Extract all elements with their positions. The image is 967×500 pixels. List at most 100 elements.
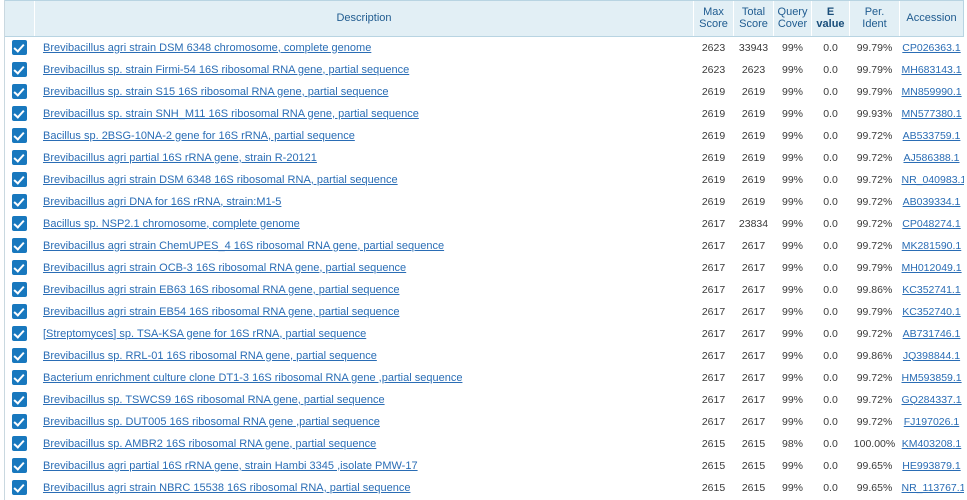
accession-link[interactable]: MN859990.1 bbox=[902, 86, 962, 98]
column-header-total-score[interactable]: Total Score bbox=[734, 1, 774, 37]
description-link[interactable]: Brevibacillus sp. TSWCS9 16S ribosomal R… bbox=[43, 394, 385, 406]
row-checkbox-checked-icon[interactable] bbox=[12, 304, 27, 319]
table-row[interactable]: Brevibacillus sp. TSWCS9 16S ribosomal R… bbox=[5, 389, 964, 411]
description-link[interactable]: Brevibacillus sp. strain Firmi-54 16S ri… bbox=[43, 64, 409, 76]
row-checkbox-checked-icon[interactable] bbox=[12, 370, 27, 385]
table-row[interactable]: Brevibacillus agri strain DSM 6348 16S r… bbox=[5, 169, 964, 191]
accession-link[interactable]: HM593859.1 bbox=[902, 372, 962, 384]
table-row[interactable]: Brevibacillus agri strain DSM 6348 chrom… bbox=[5, 37, 964, 59]
row-select-cell[interactable] bbox=[5, 213, 35, 235]
description-link[interactable]: Brevibacillus sp. AMBR2 16S ribosomal RN… bbox=[43, 438, 376, 450]
row-select-cell[interactable] bbox=[5, 191, 35, 213]
description-link[interactable]: Brevibacillus agri partial 16S rRNA gene… bbox=[43, 460, 418, 472]
column-header-accession[interactable]: Accession bbox=[900, 1, 964, 37]
column-header-per-ident[interactable]: Per. Ident bbox=[850, 1, 900, 37]
row-checkbox-checked-icon[interactable] bbox=[12, 282, 27, 297]
table-row[interactable]: [Streptomyces] sp. TSA-KSA gene for 16S … bbox=[5, 323, 964, 345]
column-header-select-all[interactable] bbox=[5, 1, 35, 37]
row-checkbox-checked-icon[interactable] bbox=[12, 216, 27, 231]
accession-link[interactable]: CP026363.1 bbox=[902, 42, 960, 54]
accession-link[interactable]: JQ398844.1 bbox=[903, 350, 960, 362]
description-link[interactable]: Brevibacillus agri strain EB54 16S ribos… bbox=[43, 306, 399, 318]
accession-link[interactable]: AB533759.1 bbox=[903, 130, 961, 142]
row-checkbox-checked-icon[interactable] bbox=[12, 106, 27, 121]
description-link[interactable]: Bacillus sp. 2BSG-10NA-2 gene for 16S rR… bbox=[43, 130, 355, 142]
description-link[interactable]: Bacterium enrichment culture clone DT1-3… bbox=[43, 372, 462, 384]
row-select-cell[interactable] bbox=[5, 81, 35, 103]
accession-link[interactable]: MH683143.1 bbox=[902, 64, 962, 76]
row-checkbox-checked-icon[interactable] bbox=[12, 458, 27, 473]
description-link[interactable]: Brevibacillus agri partial 16S rRNA gene… bbox=[43, 152, 317, 164]
description-link[interactable]: Brevibacillus sp. strain S15 16S ribosom… bbox=[43, 86, 388, 98]
row-checkbox-checked-icon[interactable] bbox=[12, 150, 27, 165]
table-row[interactable]: Bacillus sp. NSP2.1 chromosome, complete… bbox=[5, 213, 964, 235]
accession-link[interactable]: NR_040983.1 bbox=[902, 174, 964, 186]
row-select-cell[interactable] bbox=[5, 279, 35, 301]
accession-link[interactable]: KM403208.1 bbox=[902, 438, 962, 450]
row-checkbox-checked-icon[interactable] bbox=[12, 436, 27, 451]
table-row[interactable]: Brevibacillus sp. AMBR2 16S ribosomal RN… bbox=[5, 433, 964, 455]
description-link[interactable]: Brevibacillus agri strain NBRC 15538 16S… bbox=[43, 482, 410, 494]
row-select-cell[interactable] bbox=[5, 37, 35, 59]
table-row[interactable]: Brevibacillus sp. RRL-01 16S ribosomal R… bbox=[5, 345, 964, 367]
table-row[interactable]: Brevibacillus agri strain ChemUPES_4 16S… bbox=[5, 235, 964, 257]
description-link[interactable]: Brevibacillus agri strain EB63 16S ribos… bbox=[43, 284, 399, 296]
accession-link[interactable]: MN577380.1 bbox=[902, 108, 962, 120]
column-header-description[interactable]: Description bbox=[35, 1, 694, 37]
row-checkbox-checked-icon[interactable] bbox=[12, 238, 27, 253]
accession-link[interactable]: NR_113767.1 bbox=[902, 482, 964, 494]
table-row[interactable]: Brevibacillus agri DNA for 16S rRNA, str… bbox=[5, 191, 964, 213]
row-select-cell[interactable] bbox=[5, 301, 35, 323]
accession-link[interactable]: MH012049.1 bbox=[902, 262, 962, 274]
column-header-query-cover[interactable]: Query Cover bbox=[774, 1, 812, 37]
accession-link[interactable]: KC352740.1 bbox=[902, 306, 960, 318]
row-checkbox-checked-icon[interactable] bbox=[12, 480, 27, 495]
row-checkbox-checked-icon[interactable] bbox=[12, 414, 27, 429]
row-checkbox-checked-icon[interactable] bbox=[12, 84, 27, 99]
accession-link[interactable]: AB039334.1 bbox=[903, 196, 961, 208]
description-link[interactable]: Brevibacillus sp. DUT005 16S ribosomal R… bbox=[43, 416, 380, 428]
table-row[interactable]: Brevibacillus agri strain OCB-3 16S ribo… bbox=[5, 257, 964, 279]
column-header-e-value[interactable]: E value bbox=[812, 1, 850, 37]
table-row[interactable]: Brevibacillus sp. strain S15 16S ribosom… bbox=[5, 81, 964, 103]
row-checkbox-checked-icon[interactable] bbox=[12, 62, 27, 77]
row-checkbox-checked-icon[interactable] bbox=[12, 194, 27, 209]
table-row[interactable]: Bacterium enrichment culture clone DT1-3… bbox=[5, 367, 964, 389]
table-row[interactable]: Brevibacillus sp. strain SNH_M11 16S rib… bbox=[5, 103, 964, 125]
accession-link[interactable]: GQ284337.1 bbox=[902, 394, 962, 406]
accession-link[interactable]: MK281590.1 bbox=[902, 240, 962, 252]
description-link[interactable]: Brevibacillus sp. RRL-01 16S ribosomal R… bbox=[43, 350, 377, 362]
description-link[interactable]: Brevibacillus agri strain DSM 6348 chrom… bbox=[43, 42, 371, 54]
row-select-cell[interactable] bbox=[5, 411, 35, 433]
table-row[interactable]: Brevibacillus sp. strain Firmi-54 16S ri… bbox=[5, 59, 964, 81]
table-row[interactable]: Brevibacillus agri strain EB54 16S ribos… bbox=[5, 301, 964, 323]
description-link[interactable]: Bacillus sp. NSP2.1 chromosome, complete… bbox=[43, 218, 300, 230]
row-checkbox-checked-icon[interactable] bbox=[12, 392, 27, 407]
row-checkbox-checked-icon[interactable] bbox=[12, 40, 27, 55]
row-select-cell[interactable] bbox=[5, 345, 35, 367]
row-checkbox-checked-icon[interactable] bbox=[12, 326, 27, 341]
row-select-cell[interactable] bbox=[5, 433, 35, 455]
table-row[interactable]: Brevibacillus sp. DUT005 16S ribosomal R… bbox=[5, 411, 964, 433]
accession-link[interactable]: CP048274.1 bbox=[902, 218, 960, 230]
description-link[interactable]: Brevibacillus agri strain ChemUPES_4 16S… bbox=[43, 240, 444, 252]
row-checkbox-checked-icon[interactable] bbox=[12, 128, 27, 143]
row-select-cell[interactable] bbox=[5, 59, 35, 81]
row-select-cell[interactable] bbox=[5, 367, 35, 389]
row-select-cell[interactable] bbox=[5, 169, 35, 191]
description-link[interactable]: [Streptomyces] sp. TSA-KSA gene for 16S … bbox=[43, 328, 366, 340]
table-row[interactable]: Brevibacillus agri strain EB63 16S ribos… bbox=[5, 279, 964, 301]
table-row[interactable]: Bacillus sp. 2BSG-10NA-2 gene for 16S rR… bbox=[5, 125, 964, 147]
accession-link[interactable]: KC352741.1 bbox=[902, 284, 960, 296]
row-select-cell[interactable] bbox=[5, 125, 35, 147]
table-row[interactable]: Brevibacillus agri partial 16S rRNA gene… bbox=[5, 147, 964, 169]
column-header-max-score[interactable]: Max Score bbox=[694, 1, 734, 37]
description-link[interactable]: Brevibacillus agri DNA for 16S rRNA, str… bbox=[43, 196, 281, 208]
accession-link[interactable]: HE993879.1 bbox=[902, 460, 960, 472]
description-link[interactable]: Brevibacillus sp. strain SNH_M11 16S rib… bbox=[43, 108, 419, 120]
row-select-cell[interactable] bbox=[5, 147, 35, 169]
row-select-cell[interactable] bbox=[5, 389, 35, 411]
row-select-cell[interactable] bbox=[5, 477, 35, 499]
row-select-cell[interactable] bbox=[5, 257, 35, 279]
description-link[interactable]: Brevibacillus agri strain OCB-3 16S ribo… bbox=[43, 262, 406, 274]
